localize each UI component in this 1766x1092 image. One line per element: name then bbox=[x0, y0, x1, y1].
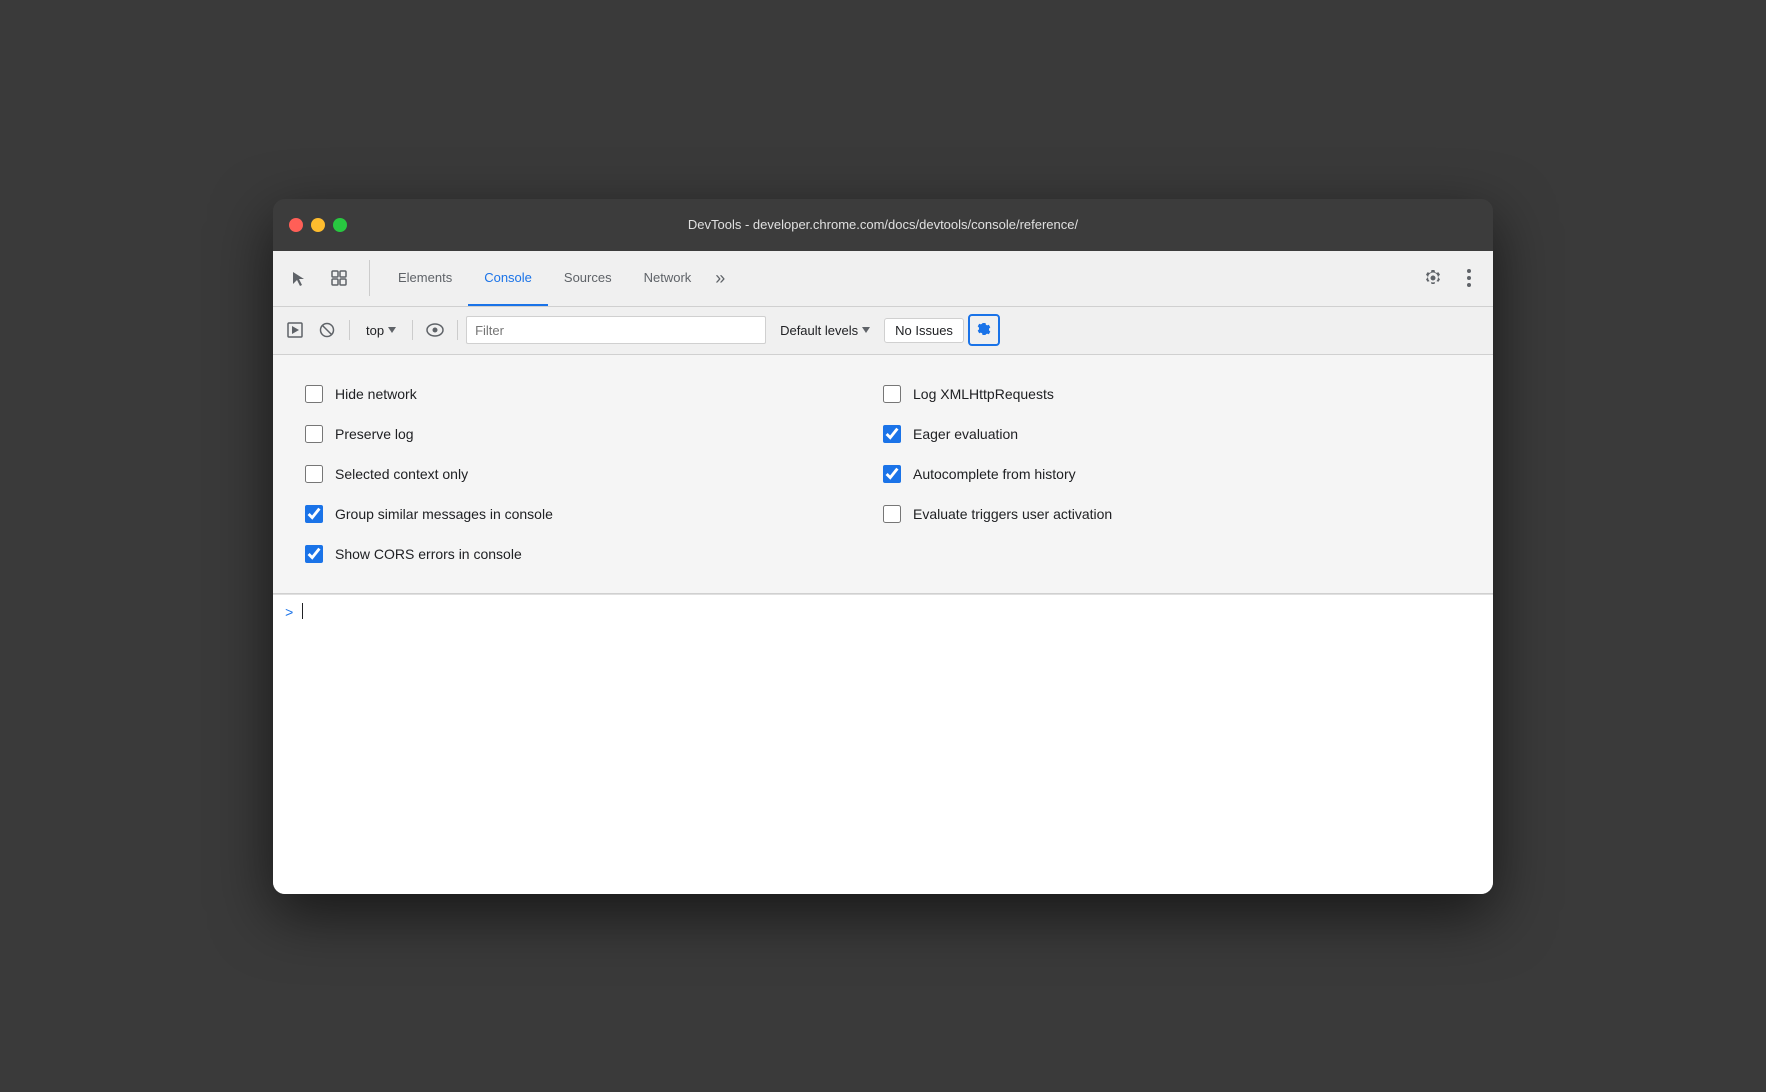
tab-elements[interactable]: Elements bbox=[382, 251, 468, 306]
selected-context-only-checkbox[interactable] bbox=[305, 465, 323, 483]
checkbox-log-xmlhttp[interactable]: Log XMLHttpRequests bbox=[883, 375, 1461, 413]
group-similar-messages-checkbox[interactable] bbox=[305, 505, 323, 523]
tab-sources[interactable]: Sources bbox=[548, 251, 628, 306]
toolbar-divider-1 bbox=[349, 320, 350, 340]
checkbox-selected-context-only[interactable]: Selected context only bbox=[305, 455, 883, 493]
evaluate-triggers-label: Evaluate triggers user activation bbox=[913, 506, 1112, 522]
toolbar-divider-2 bbox=[412, 320, 413, 340]
devtools-window: DevTools - developer.chrome.com/docs/dev… bbox=[273, 199, 1493, 894]
autocomplete-history-checkbox[interactable] bbox=[883, 465, 901, 483]
group-similar-messages-label: Group similar messages in console bbox=[335, 506, 553, 522]
filter-input[interactable] bbox=[466, 316, 766, 344]
toolbar-divider-3 bbox=[457, 320, 458, 340]
console-toolbar: top Default levels bbox=[273, 307, 1493, 355]
tab-bar: Elements Console Sources Network » bbox=[273, 251, 1493, 307]
log-xmlhttp-checkbox[interactable] bbox=[883, 385, 901, 403]
checkbox-autocomplete-history[interactable]: Autocomplete from history bbox=[883, 455, 1461, 493]
settings-left-column: Hide network Preserve log Selected conte… bbox=[305, 375, 883, 573]
console-input-area[interactable]: > bbox=[273, 594, 1493, 894]
tabs-container: Elements Console Sources Network » bbox=[382, 251, 1417, 306]
tab-network[interactable]: Network bbox=[628, 251, 708, 306]
eager-evaluation-label: Eager evaluation bbox=[913, 426, 1018, 442]
inspect-icon-button[interactable] bbox=[321, 260, 357, 296]
window-title: DevTools - developer.chrome.com/docs/dev… bbox=[688, 217, 1078, 232]
no-issues-label: No Issues bbox=[895, 323, 953, 338]
log-levels-button[interactable]: Default levels bbox=[770, 319, 880, 342]
cursor-icon-button[interactable] bbox=[281, 260, 317, 296]
context-selector[interactable]: top bbox=[358, 319, 404, 342]
tab-console[interactable]: Console bbox=[468, 251, 548, 306]
title-bar: DevTools - developer.chrome.com/docs/dev… bbox=[273, 199, 1493, 251]
console-cursor bbox=[302, 603, 303, 619]
eager-evaluation-checkbox[interactable] bbox=[883, 425, 901, 443]
log-xmlhttp-label: Log XMLHttpRequests bbox=[913, 386, 1054, 402]
checkbox-preserve-log[interactable]: Preserve log bbox=[305, 415, 883, 453]
tab-more-button[interactable]: » bbox=[707, 268, 733, 289]
run-snippet-button[interactable] bbox=[281, 316, 309, 344]
hide-network-label: Hide network bbox=[335, 386, 417, 402]
checkbox-hide-network[interactable]: Hide network bbox=[305, 375, 883, 413]
context-selector-label: top bbox=[366, 323, 384, 338]
no-issues-button[interactable]: No Issues bbox=[884, 318, 964, 343]
close-button[interactable] bbox=[289, 218, 303, 232]
preserve-log-checkbox[interactable] bbox=[305, 425, 323, 443]
selected-context-only-label: Selected context only bbox=[335, 466, 468, 482]
console-settings-button[interactable] bbox=[968, 314, 1000, 346]
settings-panel: Hide network Preserve log Selected conte… bbox=[273, 355, 1493, 594]
show-cors-errors-checkbox[interactable] bbox=[305, 545, 323, 563]
tab-bar-actions bbox=[1417, 262, 1485, 294]
hide-network-checkbox[interactable] bbox=[305, 385, 323, 403]
minimize-button[interactable] bbox=[311, 218, 325, 232]
checkbox-eager-evaluation[interactable]: Eager evaluation bbox=[883, 415, 1461, 453]
show-cors-errors-label: Show CORS errors in console bbox=[335, 546, 522, 562]
preserve-log-label: Preserve log bbox=[335, 426, 414, 442]
traffic-lights bbox=[289, 218, 347, 232]
checkbox-evaluate-triggers[interactable]: Evaluate triggers user activation bbox=[883, 495, 1461, 533]
maximize-button[interactable] bbox=[333, 218, 347, 232]
evaluate-triggers-checkbox[interactable] bbox=[883, 505, 901, 523]
autocomplete-history-label: Autocomplete from history bbox=[913, 466, 1076, 482]
console-prompt: > bbox=[285, 603, 293, 625]
checkbox-group-similar-messages[interactable]: Group similar messages in console bbox=[305, 495, 883, 533]
eye-button[interactable] bbox=[421, 316, 449, 344]
tab-icon-group bbox=[281, 260, 370, 296]
clear-console-button[interactable] bbox=[313, 316, 341, 344]
log-levels-label: Default levels bbox=[780, 323, 858, 338]
settings-right-column: Log XMLHttpRequests Eager evaluation Aut… bbox=[883, 375, 1461, 573]
checkbox-show-cors-errors[interactable]: Show CORS errors in console bbox=[305, 535, 883, 573]
devtools-panel: Elements Console Sources Network » bbox=[273, 251, 1493, 894]
more-options-button[interactable] bbox=[1453, 262, 1485, 294]
settings-button[interactable] bbox=[1417, 262, 1449, 294]
